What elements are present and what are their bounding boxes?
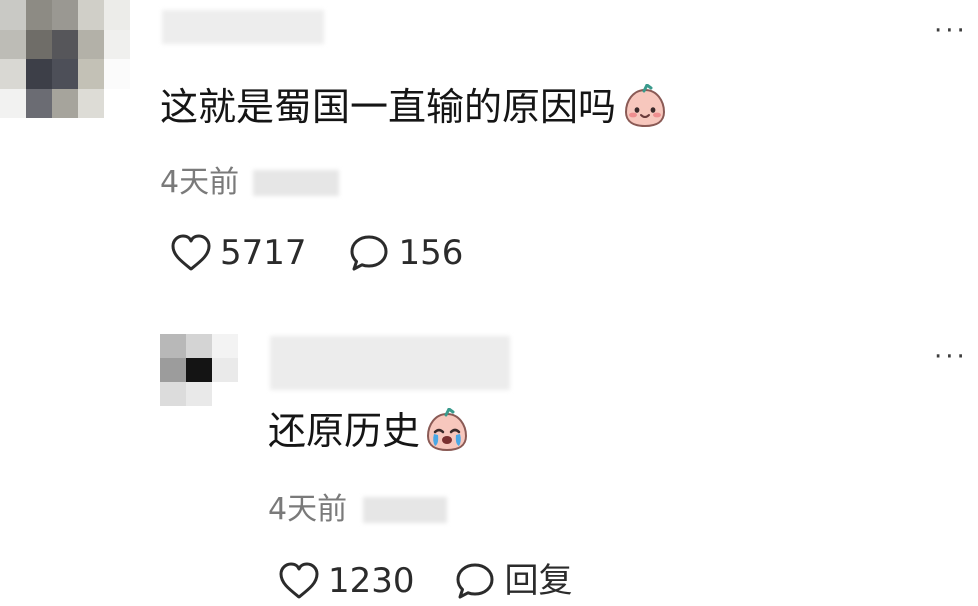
comment-actions-1: 5717 156 [170,234,463,272]
blushing-face-emoji [622,84,668,130]
reply-count-1: 156 [398,233,464,273]
chat-bubble-icon [349,234,389,272]
like-count-1: 5717 [220,233,307,273]
reply-button-2[interactable]: 回复 [455,562,573,600]
comment-meta-2: 4天前 [268,492,448,527]
like-count-2: 1230 [328,561,415,601]
chat-bubble-icon [455,562,495,600]
location-redacted-2 [363,497,448,523]
user-avatar-2[interactable] [160,334,238,406]
comment-text-1: 这就是蜀国一直输的原因吗 [160,85,617,129]
heart-icon [170,234,212,272]
heart-icon [278,562,320,600]
comment-body-1: 这就是蜀国一直输的原因吗 [160,84,668,130]
like-button-2[interactable]: 1230 [278,562,415,600]
comment-meta-1: 4天前 [160,165,340,200]
more-options-button-2[interactable]: ··· [934,344,968,370]
reply-button-1[interactable]: 156 [349,233,464,273]
comment-actions-2: 1230 回复 [278,562,573,600]
location-redacted-1 [253,170,340,196]
timestamp-2: 4天前 [268,492,348,527]
user-avatar-1[interactable] [0,0,130,118]
username-redacted-1[interactable] [162,10,324,44]
username-redacted-2[interactable] [270,336,510,390]
comment-body-2: 还原历史 [268,408,470,454]
comment-text-2: 还原历史 [268,409,421,453]
reply-label: 回复 [504,561,573,601]
crying-face-emoji [424,408,470,454]
like-button-1[interactable]: 5717 [170,234,307,272]
more-options-button-1[interactable]: ··· [934,18,968,44]
timestamp-1: 4天前 [160,165,240,200]
